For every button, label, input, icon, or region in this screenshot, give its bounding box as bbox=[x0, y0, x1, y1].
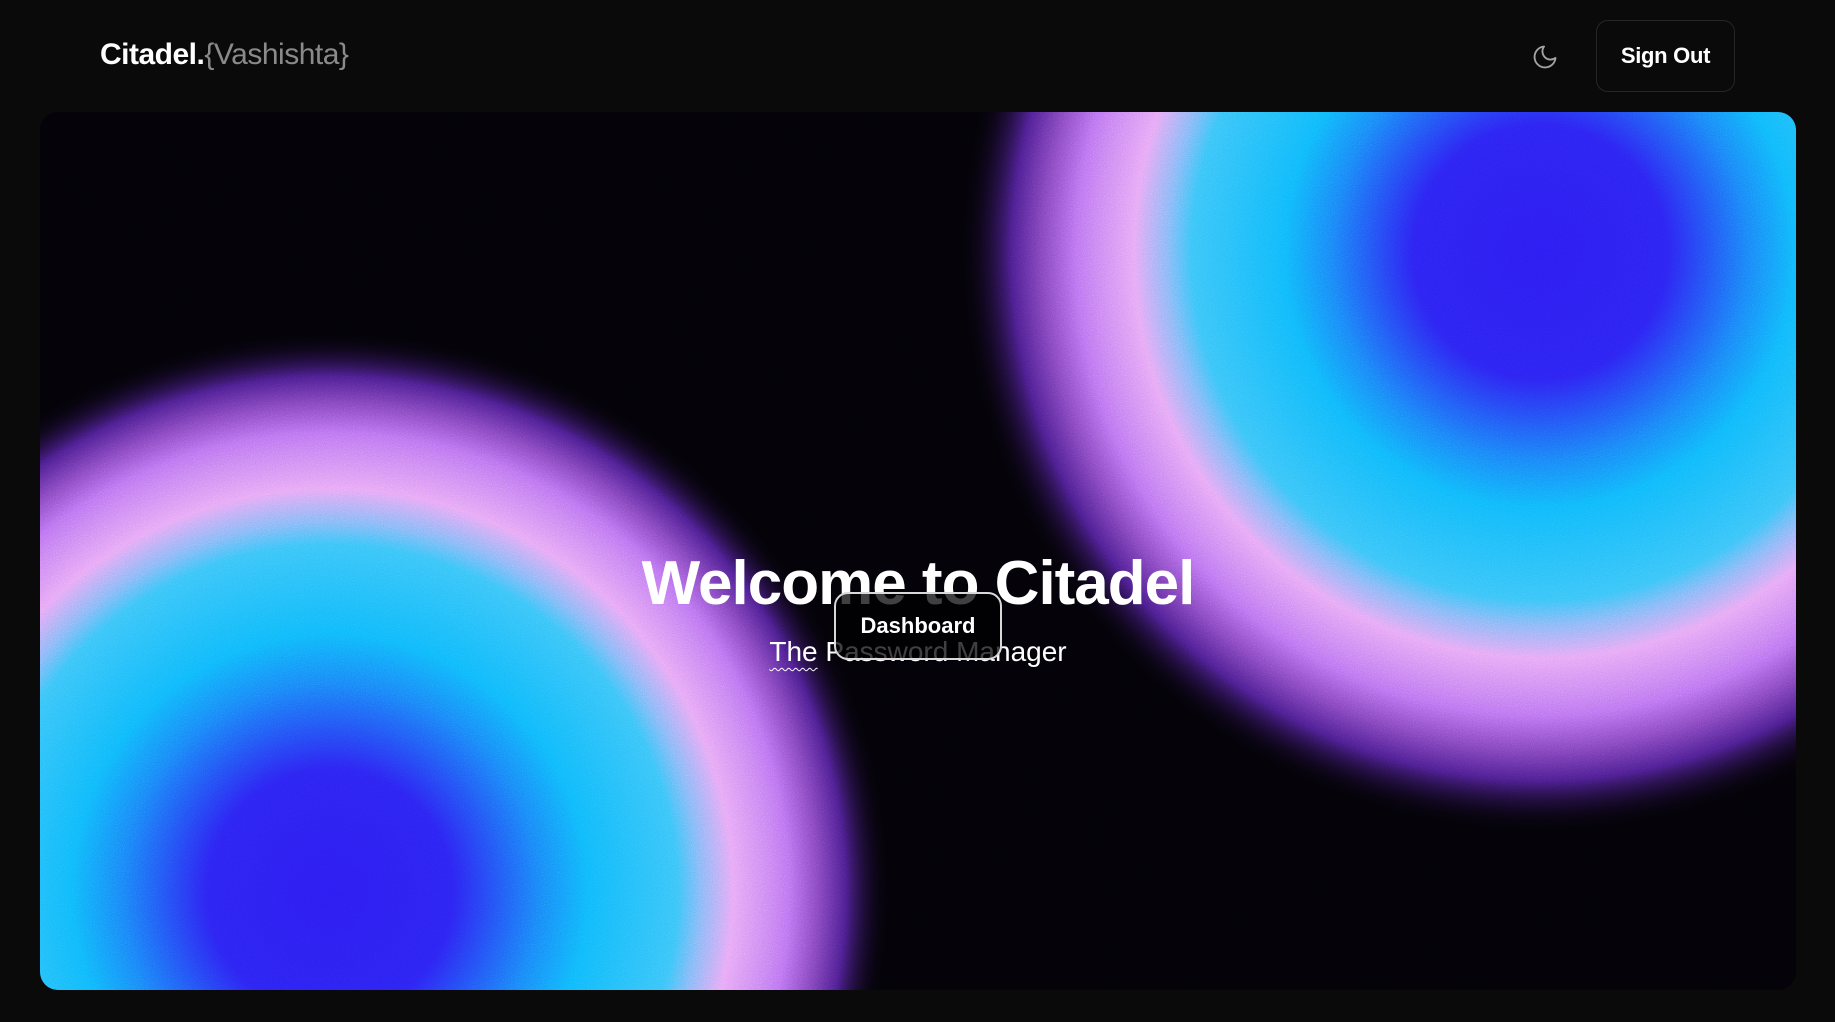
app-logo[interactable]: Citadel.{Vashishta} bbox=[100, 38, 349, 72]
logo-text: Citadel. bbox=[100, 38, 205, 71]
theme-toggle-button[interactable] bbox=[1528, 40, 1562, 74]
logo-username: {Vashishta} bbox=[204, 38, 349, 71]
top-navbar: Citadel.{Vashishta} Sign Out bbox=[0, 0, 1835, 112]
subtitle-highlight: The bbox=[769, 636, 818, 667]
hero-section: Welcome to Citadel The Password Manager … bbox=[40, 112, 1796, 990]
moon-icon bbox=[1533, 45, 1557, 69]
sign-out-button[interactable]: Sign Out bbox=[1596, 20, 1735, 92]
hero-content: Welcome to Citadel The Password Manager … bbox=[40, 112, 1796, 990]
dashboard-button[interactable]: Dashboard bbox=[834, 592, 1002, 660]
